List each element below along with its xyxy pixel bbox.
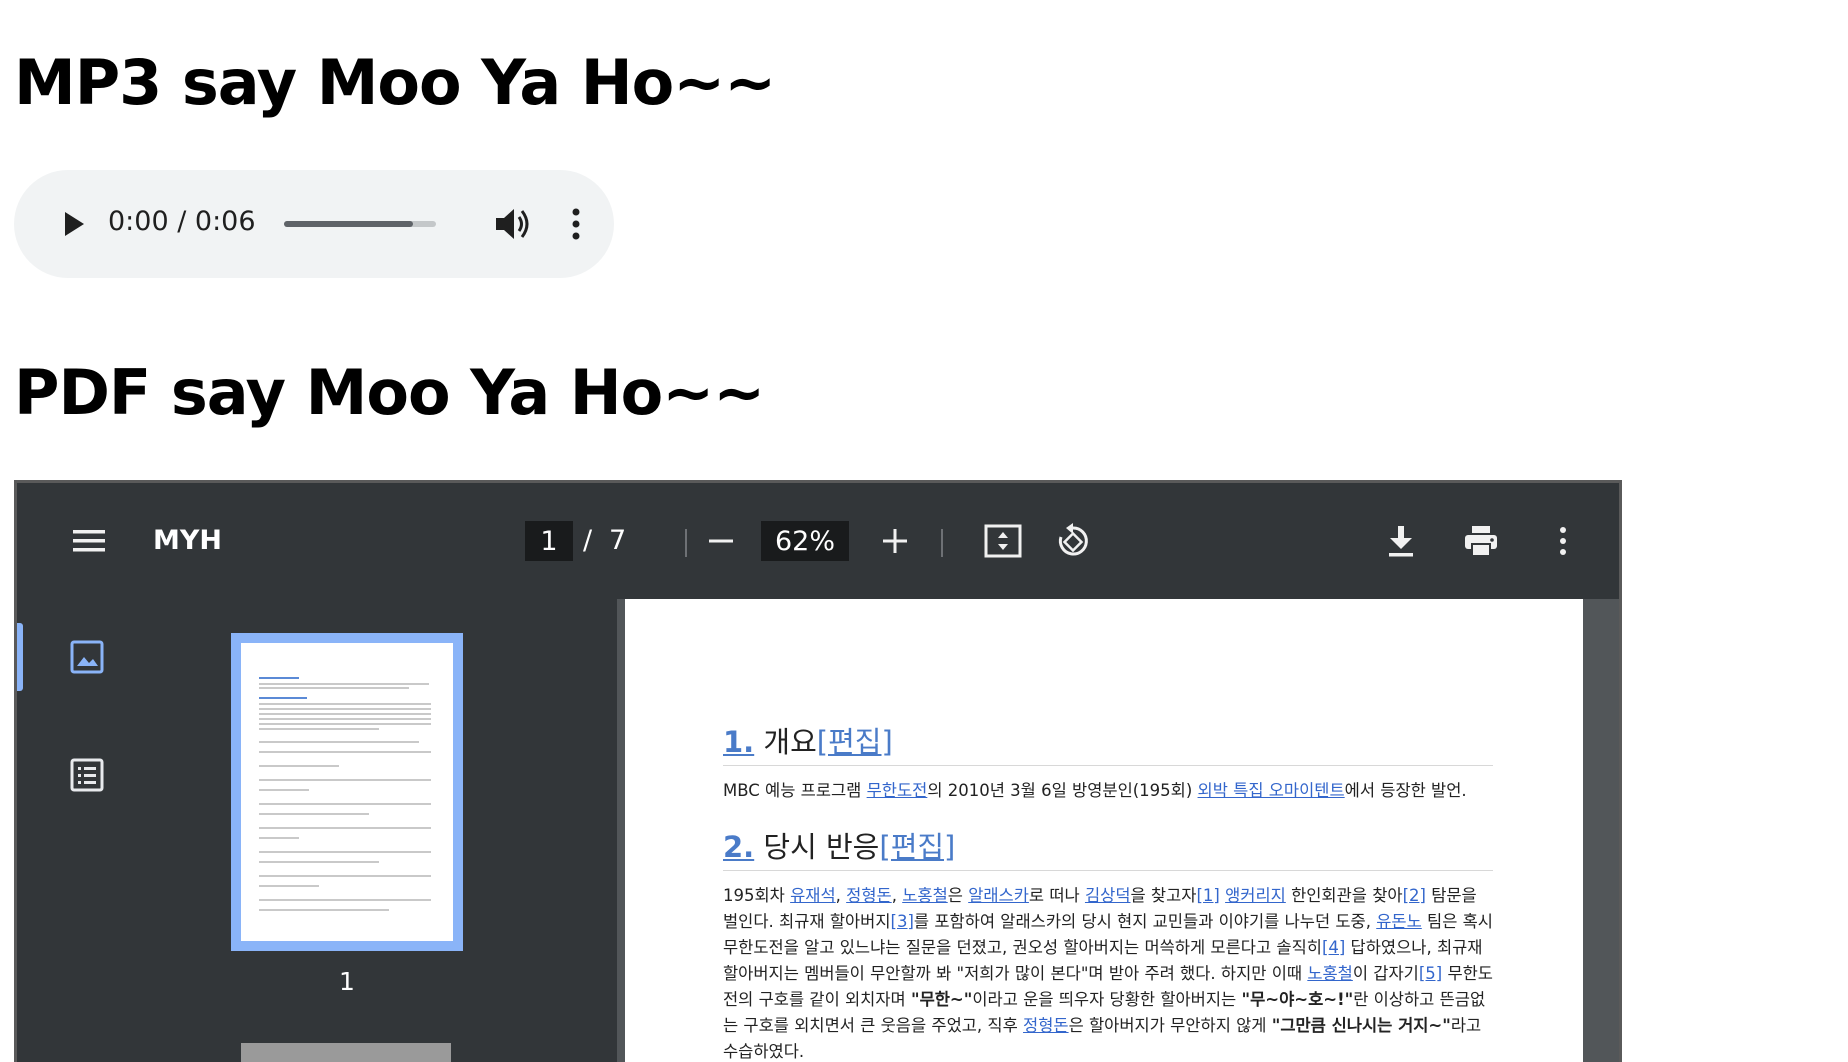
pdf-page-content: 1. 개요[편집] MBC 예능 프로그램 무한도전의 2010년 3월 6일 방… [723, 719, 1493, 1062]
zoom-input[interactable]: 62% [761, 521, 849, 561]
download-icon[interactable] [1381, 521, 1421, 561]
wiki-link[interactable]: [4] [1322, 938, 1345, 957]
volume-icon[interactable] [492, 206, 532, 242]
text-run: 이 갑자기 [1352, 964, 1419, 983]
bold-text: "그만큼 신나시는 거지~" [1271, 1016, 1451, 1035]
pdf-page: 1. 개요[편집] MBC 예능 프로그램 무한도전의 2010년 3월 6일 방… [625, 599, 1583, 1062]
wiki-link[interactable]: [5] [1419, 964, 1442, 983]
wiki-link[interactable]: [1] [1196, 886, 1219, 905]
edit-link[interactable]: [편집] [817, 725, 893, 759]
wiki-link[interactable]: 노홍철 [1307, 964, 1353, 983]
zoom-out-icon[interactable] [701, 521, 741, 561]
page-thumbnail[interactable] [231, 633, 463, 951]
wiki-link[interactable]: 유돈노 [1376, 912, 1422, 931]
page-total: 7 [609, 525, 627, 556]
section-title: 당시 반응 [754, 830, 880, 864]
menu-icon[interactable] [69, 521, 109, 561]
wiki-link[interactable]: 노홍철 [902, 886, 948, 905]
page-number-input[interactable]: 1 [525, 521, 573, 561]
page-thumbnail-preview [241, 643, 453, 941]
pdf-viewer: MYH 1 / 7 62% 1 1. 개요[편집] MBC 예능 프로그램 무한… [14, 480, 1622, 1062]
wiki-link[interactable]: 앵커리지 [1225, 886, 1286, 905]
text-run: 로 떠나 [1028, 886, 1085, 905]
pdf-heading: PDF say Moo Ya Ho~~ [14, 356, 765, 429]
more-vert-icon[interactable] [1543, 521, 1583, 561]
wiki-link[interactable]: 외박 특집 오마이텐트 [1198, 781, 1345, 800]
bold-text: "무한~" [910, 990, 973, 1009]
page-thumbnail-next[interactable] [241, 1043, 451, 1062]
rotate-icon[interactable] [1053, 521, 1093, 561]
section-paragraph: MBC 예능 프로그램 무한도전의 2010년 3월 6일 방영분인(195회)… [723, 778, 1493, 804]
text-run: 은 [947, 886, 969, 905]
thumbnail-sidebar: 1 [17, 599, 617, 1062]
page-separator: / [583, 525, 593, 556]
text-run: 에서 등장한 발언. [1344, 781, 1467, 800]
text-run: 의 2010년 3월 6일 방영분인(195회) [927, 781, 1198, 800]
pdf-toolbar: MYH 1 / 7 62% [17, 483, 1619, 599]
edit-link[interactable]: [편집] [879, 830, 955, 864]
text-run: 195회차 [723, 886, 791, 905]
more-vert-icon[interactable] [562, 204, 590, 244]
section-title: 개요 [754, 725, 817, 759]
mp3-heading: MP3 say Moo Ya Ho~~ [14, 46, 776, 119]
audio-seek-bar[interactable] [284, 221, 436, 227]
section-number-link[interactable]: 2. [723, 830, 754, 864]
audio-player[interactable]: 0:00 / 0:06 [14, 170, 614, 278]
text-run: 이라고 운을 띄우자 당황한 할아버지는 [972, 990, 1242, 1009]
section-number-link[interactable]: 1. [723, 725, 754, 759]
text-run: , [835, 886, 847, 905]
section-paragraph: 195회차 유재석, 정형돈, 노홍철은 알래스카로 떠나 김상덕을 찾고자[1… [723, 883, 1493, 1062]
thumbnails-icon[interactable] [69, 639, 105, 675]
toolbar-divider [941, 529, 943, 557]
play-icon[interactable] [54, 204, 94, 244]
wiki-link[interactable]: [2] [1403, 886, 1426, 905]
bold-text: "무~야~호~!" [1241, 990, 1354, 1009]
text-run: 를 포함하여 알래스카의 당시 현지 교민들과 이야기를 나누던 도중, [913, 912, 1377, 931]
pdf-page-area[interactable]: 1. 개요[편집] MBC 예능 프로그램 무한도전의 2010년 3월 6일 방… [617, 599, 1619, 1062]
active-tab-indicator [17, 623, 23, 691]
wiki-link[interactable]: 알래스카 [968, 886, 1029, 905]
fit-page-icon[interactable] [983, 521, 1023, 561]
document-title: MYH [153, 525, 223, 556]
toolbar-divider [685, 529, 687, 557]
text-run: 을 찾고자 [1130, 886, 1197, 905]
wiki-link[interactable]: 김상덕 [1085, 886, 1131, 905]
print-icon[interactable] [1461, 521, 1501, 561]
wiki-link[interactable]: 정형돈 [1023, 1016, 1069, 1035]
text-run: 한인회관을 찾아 [1285, 886, 1403, 905]
text-run: MBC 예능 프로그램 [723, 781, 867, 800]
text-run: , [891, 886, 903, 905]
wiki-link[interactable]: [3] [891, 912, 914, 931]
wiki-link[interactable]: 유재석 [790, 886, 836, 905]
thumbnail-page-number: 1 [339, 967, 355, 996]
wiki-link[interactable]: 무한도전 [867, 781, 928, 800]
zoom-in-icon[interactable] [875, 521, 915, 561]
text-run: 은 할아버지가 무안하지 않게 [1068, 1016, 1272, 1035]
audio-seek-bar-fill [284, 221, 414, 227]
wiki-link[interactable]: 정형돈 [846, 886, 892, 905]
section-heading: 1. 개요[편집] [723, 719, 1493, 766]
section-heading: 2. 당시 반응[편집] [723, 824, 1493, 871]
outline-icon[interactable] [69, 757, 105, 793]
audio-time-display: 0:00 / 0:06 [108, 206, 256, 237]
